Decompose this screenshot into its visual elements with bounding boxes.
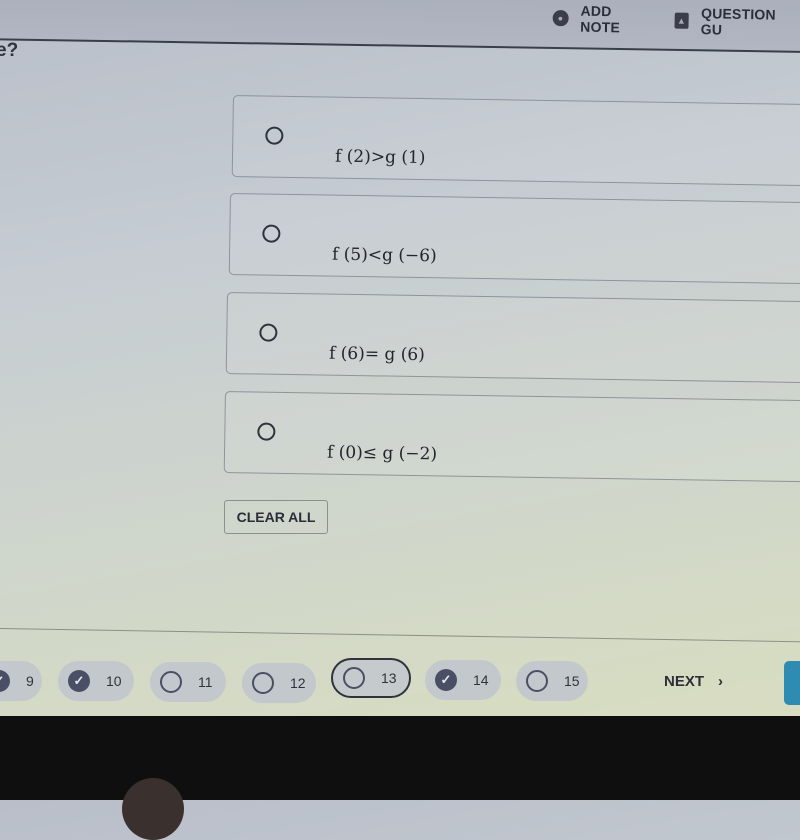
- submit-button[interactable]: [784, 661, 800, 705]
- option-expression: f (5)<g (−6): [331, 244, 437, 267]
- option-expression: f (6)= g (6): [328, 343, 425, 366]
- radio-button[interactable]: [259, 323, 278, 342]
- radio-button[interactable]: [262, 224, 281, 243]
- guide-icon: ▲: [673, 12, 690, 29]
- empty-circle-icon: [526, 670, 548, 692]
- toolbar-actions: ● ADD NOTE ▲ QUESTION GU: [552, 2, 800, 39]
- monitor-bezel: [0, 716, 800, 800]
- question-text: e?: [0, 40, 19, 61]
- clear-all-button[interactable]: CLEAR ALL: [224, 500, 328, 534]
- add-note-button[interactable]: ● ADD NOTE: [552, 2, 654, 36]
- question-number: 12: [290, 675, 306, 691]
- footer-divider: [0, 628, 800, 643]
- chevron-right-icon: ›: [718, 673, 724, 690]
- question-nav-12[interactable]: 12: [242, 663, 316, 703]
- check-icon: ✓: [435, 669, 457, 691]
- next-button[interactable]: NEXT ›: [664, 673, 723, 690]
- hp-logo: [122, 778, 184, 840]
- note-icon: ●: [552, 9, 569, 27]
- question-nav-11[interactable]: 11: [150, 662, 226, 702]
- question-nav-15[interactable]: 15: [516, 661, 588, 701]
- radio-button[interactable]: [265, 126, 284, 145]
- question-guide-button[interactable]: ▲ QUESTION GU: [654, 4, 800, 39]
- option-expression: f (0)≤ g (−2): [326, 442, 438, 465]
- add-note-label: ADD NOTE: [580, 2, 621, 36]
- answer-option-1[interactable]: f (2)>g (1): [231, 95, 800, 188]
- check-icon: ✓: [0, 670, 10, 692]
- option-expression: f (2)>g (1): [334, 146, 426, 169]
- question-nav-10[interactable]: ✓ 10: [58, 661, 134, 701]
- empty-circle-icon: [160, 671, 182, 693]
- radio-button[interactable]: [257, 422, 276, 441]
- question-number: 11: [198, 674, 213, 690]
- answer-option-2[interactable]: f (5)<g (−6): [228, 193, 800, 286]
- answer-option-4[interactable]: f (0)≤ g (−2): [223, 391, 800, 484]
- answer-option-3[interactable]: f (6)= g (6): [225, 292, 800, 385]
- question-nav-13[interactable]: 13: [331, 658, 411, 698]
- question-number: 15: [564, 673, 580, 689]
- question-guide-label: QUESTION GU: [700, 5, 776, 38]
- question-number: 10: [106, 673, 122, 689]
- question-number: 9: [26, 673, 34, 689]
- question-number: 14: [473, 672, 489, 688]
- empty-circle-icon: [252, 672, 274, 694]
- check-icon: ✓: [68, 670, 90, 692]
- question-nav-9[interactable]: ✓ 9: [0, 661, 42, 701]
- question-nav-14[interactable]: ✓ 14: [425, 660, 501, 700]
- next-label: NEXT: [664, 673, 705, 690]
- question-number: 13: [381, 670, 397, 686]
- empty-circle-icon: [343, 667, 365, 689]
